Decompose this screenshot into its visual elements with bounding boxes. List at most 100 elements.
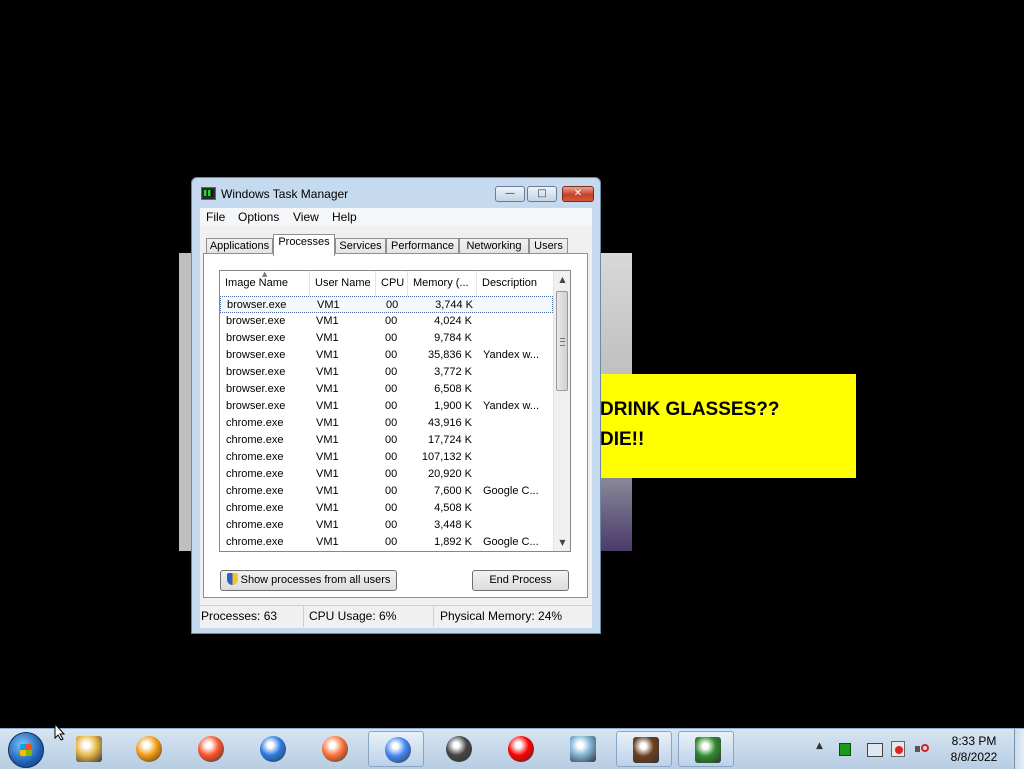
taskbar-button-media-player[interactable]: [120, 731, 176, 767]
process-cpu: 00: [385, 485, 398, 497]
process-image-name: chrome.exe: [226, 485, 284, 497]
vertical-scrollbar[interactable]: ▲ ▼: [553, 271, 570, 551]
process-user-name: VM1: [316, 502, 339, 514]
column-description[interactable]: Description: [477, 271, 553, 296]
process-user-name: VM1: [316, 366, 339, 378]
process-cpu: 00: [385, 332, 398, 344]
task-manager-tray-icon[interactable]: [839, 743, 851, 756]
taskbar-button-raccoon[interactable]: [430, 731, 486, 767]
process-user-name: VM1: [316, 485, 339, 497]
tab-processes[interactable]: Processes: [273, 234, 335, 256]
raccoon-icon: [446, 736, 472, 762]
network-icon[interactable]: [867, 743, 883, 757]
process-user-name: VM1: [316, 536, 339, 548]
process-image-name: chrome.exe: [226, 519, 284, 531]
coffee-icon: [633, 737, 659, 763]
process-description: Yandex w...: [483, 349, 540, 361]
end-process-button[interactable]: End Process: [472, 570, 569, 591]
menu-options[interactable]: Options: [238, 210, 279, 224]
close-button[interactable]: ✕: [562, 186, 594, 202]
window-title: Windows Task Manager: [221, 187, 349, 201]
column-memory[interactable]: Memory (...: [408, 271, 477, 296]
taskbar-button-firefox[interactable]: [306, 731, 362, 767]
process-user-name: VM1: [316, 417, 339, 429]
status-cpu: CPU Usage: 6%: [308, 606, 434, 627]
status-memory: Physical Memory: 24%: [440, 609, 563, 623]
show-all-users-label: Show processes from all users: [240, 574, 391, 586]
process-row[interactable]: chrome.exe VM1 00 3,448 K: [220, 517, 553, 534]
process-cpu: 00: [385, 434, 398, 446]
process-image-name: browser.exe: [226, 315, 286, 327]
title-bar[interactable]: Windows Task Manager — □ ✕: [192, 178, 600, 208]
process-memory: 9,784 K: [434, 332, 472, 344]
process-memory: 20,920 K: [427, 468, 472, 480]
process-image-name: browser.exe: [226, 383, 286, 395]
process-row[interactable]: browser.exe VM1 00 1,900 K Yandex w...: [220, 398, 553, 415]
taskbar-button-yandex[interactable]: [492, 731, 548, 767]
process-row[interactable]: chrome.exe VM1 00 1,892 K Google C...: [220, 534, 553, 551]
taskbar-button-notepad[interactable]: [554, 731, 610, 767]
taskbar-button-coffee[interactable]: [616, 731, 672, 767]
process-row[interactable]: chrome.exe VM1 00 7,600 K Google C...: [220, 483, 553, 500]
process-row[interactable]: chrome.exe VM1 00 17,724 K: [220, 432, 553, 449]
process-user-name: VM1: [316, 519, 339, 531]
process-row[interactable]: browser.exe VM1 00 9,784 K: [220, 330, 553, 347]
scroll-up-icon[interactable]: ▲: [554, 271, 570, 288]
menu-view[interactable]: View: [293, 210, 319, 224]
process-cpu: 00: [385, 468, 398, 480]
show-hidden-icons-icon[interactable]: ▲: [816, 741, 823, 751]
process-row[interactable]: browser.exe VM1 00 4,024 K: [220, 313, 553, 330]
clock-date: 8/8/2022: [950, 750, 998, 764]
process-row[interactable]: chrome.exe VM1 00 4,508 K: [220, 500, 553, 517]
minimize-button[interactable]: —: [495, 186, 525, 202]
file-explorer-icon: [76, 736, 102, 762]
volume-muted-icon[interactable]: [915, 742, 929, 756]
clock[interactable]: 8:33 PM 8/8/2022: [938, 733, 1010, 765]
show-all-users-button[interactable]: Show processes from all users: [220, 570, 397, 591]
taskbar-button-wps[interactable]: [244, 731, 300, 767]
chrome-icon: [385, 737, 411, 763]
process-cpu: 00: [386, 299, 399, 311]
menu-bar: File Options View Help: [200, 208, 592, 226]
process-row[interactable]: browser.exe VM1 00 35,836 K Yandex w...: [220, 347, 553, 364]
wps-icon: [260, 736, 286, 762]
process-memory: 6,508 K: [434, 383, 472, 395]
process-image-name: chrome.exe: [226, 417, 284, 429]
process-row[interactable]: chrome.exe VM1 00 20,920 K: [220, 466, 553, 483]
show-desktop-button[interactable]: [1014, 729, 1024, 769]
process-list[interactable]: ▲ Image Name User Name CPU Memory (... D…: [219, 270, 571, 552]
process-description: Yandex w...: [483, 400, 540, 412]
scroll-down-icon[interactable]: ▼: [554, 534, 570, 551]
process-row[interactable]: chrome.exe VM1 00 107,132 K: [220, 449, 553, 466]
processes-pane: ▲ Image Name User Name CPU Memory (... D…: [203, 253, 588, 598]
taskbar-button-task-manager[interactable]: [678, 731, 734, 767]
banner-line-1: DRINK GLASSES??: [600, 399, 780, 420]
firefox-icon: [322, 736, 348, 762]
process-user-name: VM1: [316, 400, 339, 412]
clock-time: 8:33 PM: [951, 734, 997, 748]
status-processes: Processes: 63: [200, 606, 304, 627]
taskbar-button-file-explorer[interactable]: [60, 731, 116, 767]
taskbar-button-chrome[interactable]: [368, 731, 424, 767]
process-memory: 35,836 K: [427, 349, 472, 361]
brave-icon: [198, 736, 224, 762]
action-center-icon[interactable]: [891, 741, 905, 757]
menu-file[interactable]: File: [206, 210, 225, 224]
process-memory: 3,448 K: [434, 519, 472, 531]
process-row[interactable]: chrome.exe VM1 00 43,916 K: [220, 415, 553, 432]
process-row[interactable]: browser.exe VM1 00 3,744 K: [220, 296, 553, 313]
column-user-name[interactable]: User Name: [310, 271, 376, 296]
process-cpu: 00: [385, 383, 398, 395]
start-button[interactable]: [8, 732, 44, 768]
taskbar-button-brave[interactable]: [182, 731, 238, 767]
process-row[interactable]: browser.exe VM1 00 3,772 K: [220, 364, 553, 381]
column-image-name[interactable]: Image Name: [220, 271, 310, 296]
scroll-thumb[interactable]: [556, 291, 568, 391]
process-image-name: chrome.exe: [226, 536, 284, 548]
process-memory: 107,132 K: [421, 451, 472, 463]
maximize-button[interactable]: □: [527, 186, 557, 202]
process-row[interactable]: browser.exe VM1 00 6,508 K: [220, 381, 553, 398]
column-cpu[interactable]: CPU: [376, 271, 408, 296]
process-memory: 1,900 K: [434, 400, 472, 412]
menu-help[interactable]: Help: [332, 210, 357, 224]
